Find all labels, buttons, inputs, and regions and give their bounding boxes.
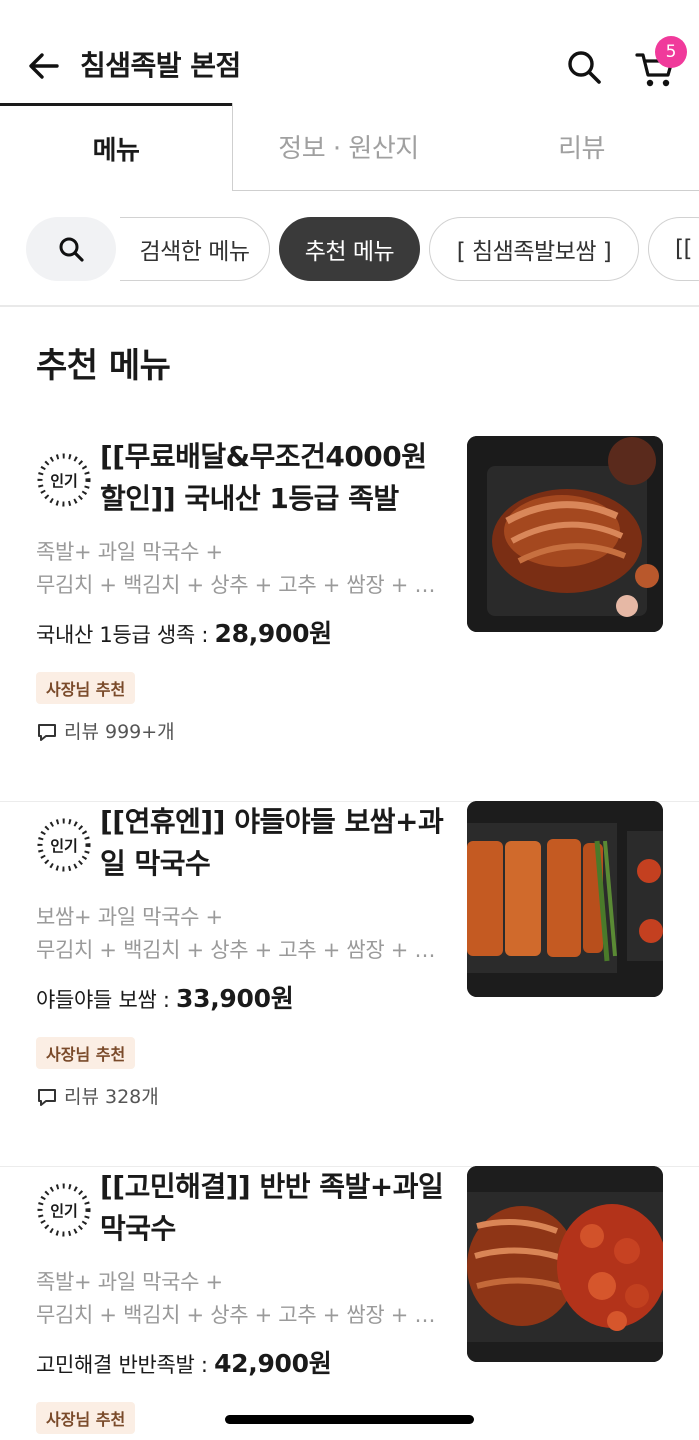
menu-item-price: 야들야들 보쌈 : 33,900원	[36, 981, 294, 1018]
owner-recommend-badge: 사장님 추천	[36, 1402, 136, 1434]
half-half-jokbal-photo	[467, 1166, 663, 1362]
popular-badge-label: 인기	[50, 836, 78, 855]
back-button[interactable]	[26, 48, 62, 84]
menu-item-photo	[467, 801, 663, 997]
description-line: 무김치 + 백김치 + 상추 + 고추 + 쌈장 + 새우젓	[36, 1303, 442, 1327]
owner-recommend-badge: 사장님 추천	[36, 1037, 136, 1069]
tab-info-origin[interactable]: 정보 · 원산지	[232, 103, 464, 191]
review-count: 리뷰 999+개	[36, 719, 175, 745]
speech-bubble-icon	[38, 724, 56, 741]
section-title: 추천 메뉴	[36, 346, 171, 386]
store-tabs: 메뉴 정보 · 원산지 리뷰	[0, 103, 699, 191]
tab-menu[interactable]: 메뉴	[0, 103, 232, 191]
description-line: 보쌈+ 과일 막국수 +	[36, 905, 223, 929]
price-label: 야들야들 보쌈 :	[36, 988, 170, 1012]
chip-searched-menu[interactable]: 검색한 메뉴	[120, 217, 270, 281]
menu-item-description: 보쌈+ 과일 막국수 + 무김치 + 백김치 + 상추 + 고추 + 쌈장 + …	[36, 901, 442, 967]
menu-item-photo	[467, 1166, 663, 1362]
menu-item-photo	[467, 436, 663, 632]
popular-badge: 인기	[36, 1182, 92, 1238]
description-line: 무김치 + 백김치 + 상추 + 고추 + 쌈장 + 새우젓	[36, 938, 442, 962]
menu-item-name: [[연휴엔]] 야들야들 보쌈+과일 막국수	[100, 805, 444, 880]
category-chip-bar: 검색한 메뉴 추천 메뉴 [ 침샘족발보쌈 ] [[	[0, 216, 699, 282]
home-indicator	[225, 1415, 474, 1424]
app-header: 침샘족발 본점 5	[0, 0, 699, 104]
price-label: 국내산 1등급 생족 :	[36, 623, 209, 647]
menu-item-description: 족발+ 과일 막국수 + 무김치 + 백김치 + 상추 + 고추 + 쌈장 + …	[36, 536, 442, 602]
cart-count-badge: 5	[655, 36, 687, 68]
menu-item[interactable]: 인기 [[고민해결]] 반반 족발+과일 막국수 족발+ 과일 막국수 + 무김…	[0, 1166, 699, 1440]
price-amount: 42,900원	[214, 1349, 332, 1378]
owner-recommend-badge: 사장님 추천	[36, 672, 136, 704]
review-count: 리뷰 328개	[36, 1084, 159, 1110]
menu-item-name: [[무료배달&무조건4000원할인]] 국내산 1등급 족발	[100, 440, 427, 515]
description-line: 족발+ 과일 막국수 +	[36, 540, 223, 564]
popular-badge: 인기	[36, 452, 92, 508]
price-amount: 33,900원	[176, 984, 294, 1013]
review-count-text: 리뷰 328개	[64, 1086, 159, 1108]
description-line: 족발+ 과일 막국수 +	[36, 1270, 223, 1294]
search-icon	[568, 51, 601, 84]
menu-item[interactable]: 인기 [[무료배달&무조건4000원할인]] 국내산 1등급 족발 족발+ 과일…	[0, 436, 699, 802]
bossam-photo	[467, 801, 663, 997]
chip-chimsaem-jokbal-bossam[interactable]: [ 침샘족발보쌈 ]	[429, 217, 639, 281]
menu-item[interactable]: 인기 [[연휴엔]] 야들야들 보쌈+과일 막국수 보쌈+ 과일 막국수 + 무…	[0, 801, 699, 1167]
tab-review[interactable]: 리뷰	[464, 103, 699, 191]
chip-next-category[interactable]: [[	[648, 217, 699, 281]
description-line: 무김치 + 백김치 + 상추 + 고추 + 쌈장 + 새우젓	[36, 573, 442, 597]
menu-search-button[interactable]	[26, 217, 116, 281]
store-title: 침샘족발 본점	[80, 49, 241, 82]
popular-badge: 인기	[36, 817, 92, 873]
jokbal-photo	[467, 436, 663, 632]
menu-item-price: 국내산 1등급 생족 : 28,900원	[36, 616, 332, 653]
price-label: 고민해결 반반족발 :	[36, 1353, 208, 1377]
menu-item-name: [[고민해결]] 반반 족발+과일 막국수	[100, 1170, 444, 1245]
arrow-left-icon	[29, 53, 59, 79]
speech-bubble-icon	[38, 1089, 56, 1106]
chip-recommended-menu[interactable]: 추천 메뉴	[279, 217, 420, 281]
price-amount: 28,900원	[214, 619, 333, 648]
chip-bar-divider	[0, 305, 699, 307]
menu-item-description: 족발+ 과일 막국수 + 무김치 + 백김치 + 상추 + 고추 + 쌈장 + …	[36, 1266, 442, 1332]
search-button[interactable]	[564, 47, 604, 87]
popular-badge-label: 인기	[50, 1201, 78, 1220]
review-count-text: 리뷰 999+개	[64, 721, 175, 743]
popular-badge-label: 인기	[50, 471, 78, 490]
search-icon	[59, 237, 84, 262]
menu-item-price: 고민해결 반반족발 : 42,900원	[36, 1346, 332, 1383]
